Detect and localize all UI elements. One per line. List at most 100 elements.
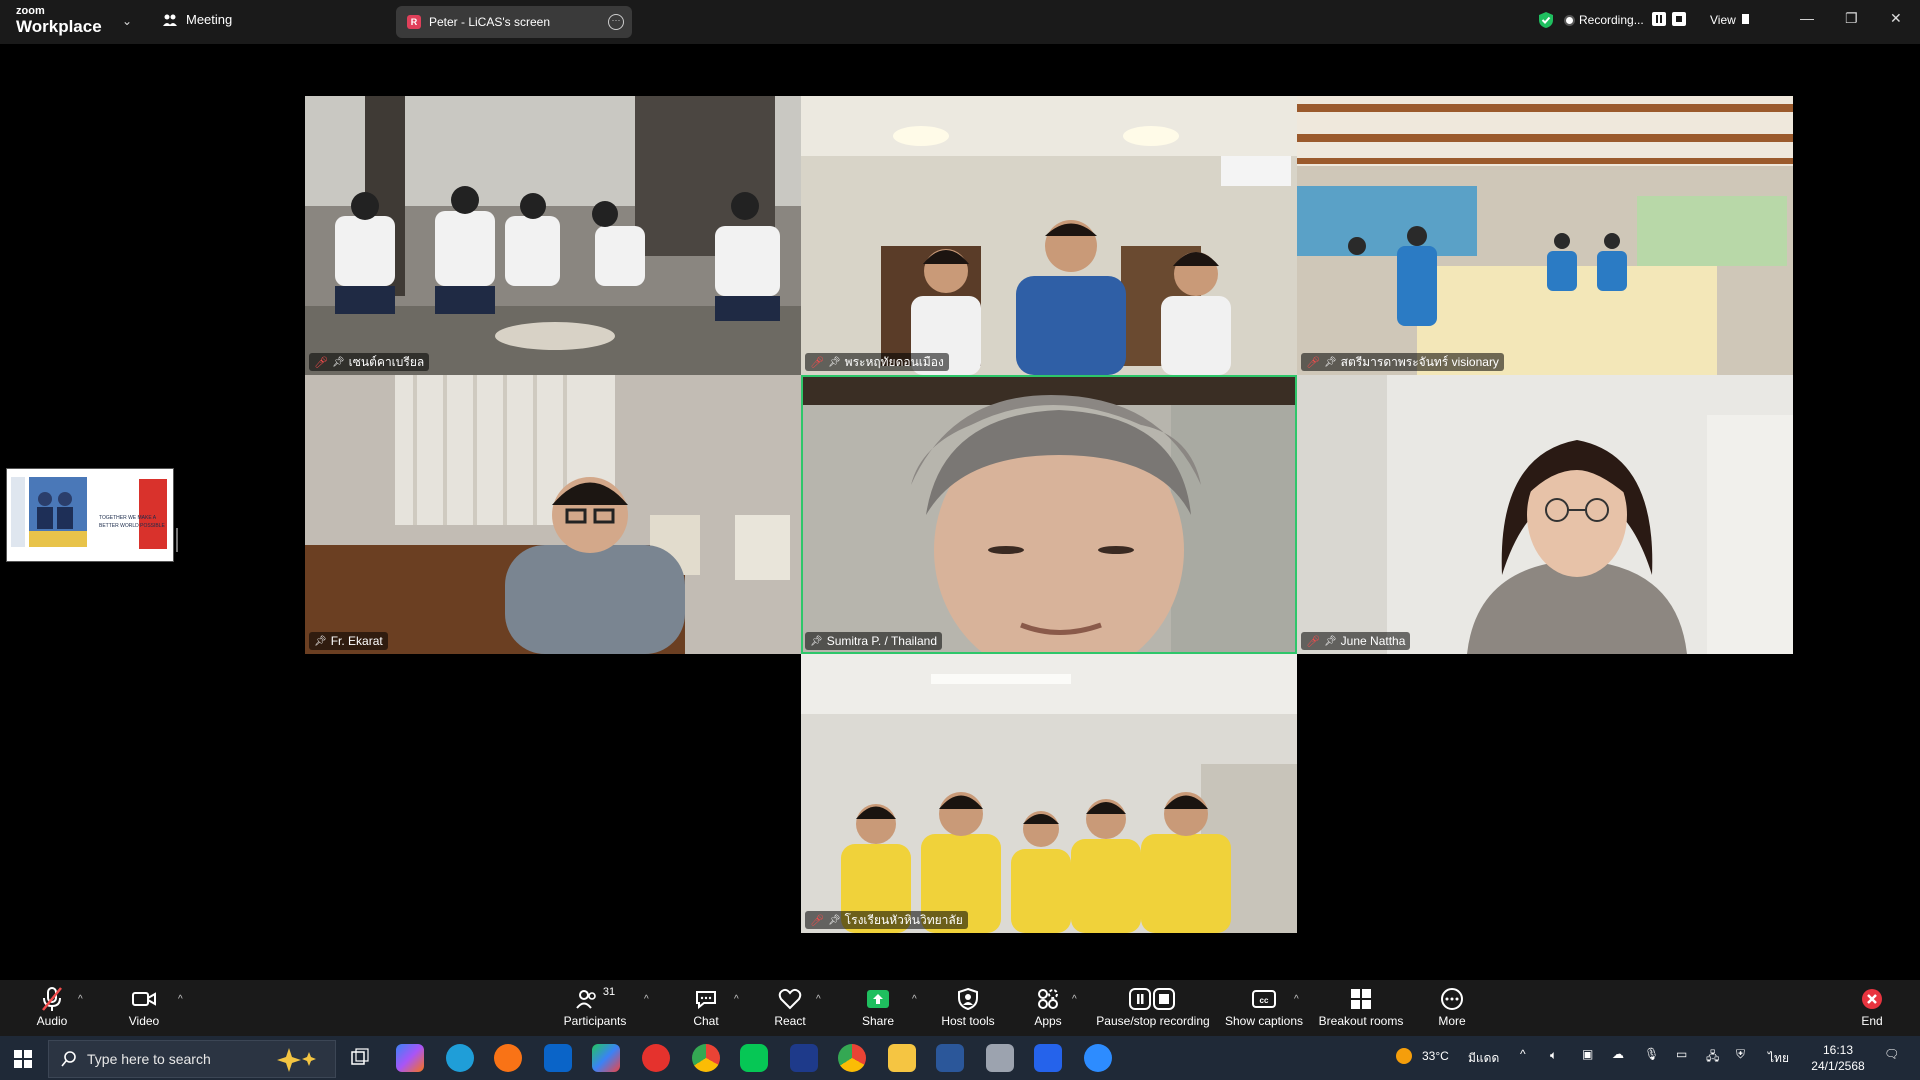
share-button[interactable]: Share: [856, 986, 900, 1028]
show-hidden-icons-chevron-icon[interactable]: ^: [1520, 1047, 1526, 1061]
close-icon[interactable]: ✕: [1890, 10, 1902, 27]
copilot-app-icon[interactable]: [396, 1044, 424, 1072]
video-camera-icon: [132, 992, 156, 1006]
participant-name-tag: 🎤︎ 📌︎ โรงเรียนหัวหินวิทยาลัย: [805, 911, 968, 929]
more-button[interactable]: More: [1430, 986, 1474, 1028]
shared-screen-thumbnail[interactable]: TOGETHER WE MAKE A BETTER WORLD POSSIBLE: [6, 468, 174, 562]
participant-name-tag: 📌︎ Fr. Ekarat: [309, 632, 388, 650]
word-app-icon[interactable]: [936, 1044, 964, 1072]
microphone-icon[interactable]: 🎙︎: [1644, 1047, 1659, 1061]
meeting-toolbar: Audio ^ Video ^ 31 Participants ^ Chat ^…: [0, 980, 1920, 1036]
participant-name: June Nattha: [1340, 634, 1406, 648]
video-tile[interactable]: 🎤︎ 📌︎ June Nattha: [1297, 375, 1793, 654]
participants-options-chevron-icon[interactable]: ^: [644, 994, 649, 1005]
pin-icon: 📌︎: [827, 356, 841, 368]
taskbar-search-box[interactable]: Type here to search: [48, 1040, 336, 1078]
pause-stop-icon: [1129, 988, 1175, 1010]
battery-icon[interactable]: ▭: [1676, 1047, 1687, 1061]
line-app-icon[interactable]: [740, 1044, 768, 1072]
windows-start-icon[interactable]: [14, 1050, 32, 1068]
participant-name-tag: 🎤︎ 📌︎ พระหฤทัยดอนเมือง: [805, 353, 949, 371]
muted-mic-icon: 🎤︎: [810, 356, 824, 369]
share-options-chevron-icon[interactable]: ^: [912, 994, 917, 1005]
video-button[interactable]: Video: [120, 986, 168, 1028]
meet-now-icon[interactable]: ▣: [1582, 1047, 1593, 1061]
webex-app-icon[interactable]: [790, 1044, 818, 1072]
thumbnail-resize-handle[interactable]: [176, 528, 178, 552]
screen-share-indicator[interactable]: R Peter - LiCAS's screen ···: [396, 6, 632, 38]
participant-name: Fr. Ekarat: [330, 634, 383, 648]
chat-button[interactable]: Chat: [684, 986, 728, 1028]
chrome-profile-app-icon[interactable]: [838, 1044, 866, 1072]
chevron-down-icon[interactable]: ⌄: [122, 14, 132, 28]
video-tile-active-speaker[interactable]: 📌︎ Sumitra P. / Thailand: [801, 375, 1297, 654]
view-button[interactable]: View: [1710, 13, 1736, 27]
video-tile[interactable]: 🎤︎ 📌︎ สตรีมารดาพระจันทร์ visionary: [1297, 96, 1793, 375]
weather-condition[interactable]: มีแดด: [1468, 1049, 1499, 1068]
muted-mic-icon: 🎤︎: [1306, 635, 1320, 648]
outlook-app-icon[interactable]: [544, 1044, 572, 1072]
breakout-rooms-label: Breakout rooms: [1318, 1014, 1404, 1028]
file-explorer-app-icon[interactable]: [888, 1044, 916, 1072]
security-shield-icon[interactable]: [1538, 11, 1554, 29]
onedrive-cloud-icon[interactable]: ☁: [1612, 1047, 1624, 1061]
muted-mic-icon: [42, 987, 62, 1011]
pin-icon: 📌︎: [331, 356, 345, 368]
apps-options-chevron-icon[interactable]: ^: [1072, 994, 1077, 1005]
video-feed: [1297, 375, 1793, 654]
react-button[interactable]: React: [768, 986, 812, 1028]
captions-options-chevron-icon[interactable]: ^: [1294, 994, 1299, 1005]
more-options-icon[interactable]: ···: [608, 14, 624, 30]
apps-button[interactable]: Apps: [1026, 986, 1070, 1028]
heart-icon: [778, 988, 802, 1010]
network-icon[interactable]: 🖧︎: [1706, 1047, 1719, 1068]
audio-options-chevron-icon[interactable]: ^: [78, 994, 83, 1005]
weather-temperature[interactable]: 33°C: [1422, 1049, 1449, 1063]
pin-icon: 📌︎: [1323, 635, 1337, 647]
audio-button[interactable]: Audio: [28, 986, 76, 1028]
host-tools-button[interactable]: Host tools: [936, 986, 1000, 1028]
notification-center-icon[interactable]: 🗨︎: [1884, 1047, 1899, 1061]
show-captions-button[interactable]: cc Show captions: [1224, 986, 1304, 1028]
edge-app-icon[interactable]: [446, 1044, 474, 1072]
security-icon[interactable]: ⛨: [1736, 1047, 1745, 1062]
title-bar: zoom Workplace ⌄ Meeting R Peter - LiCAS…: [0, 0, 1920, 44]
pause-stop-recording-button[interactable]: Pause/stop recording: [1094, 986, 1212, 1028]
meeting-menu[interactable]: Meeting: [162, 12, 232, 27]
speaker-icon[interactable]: 🔈︎: [1550, 1048, 1557, 1063]
breakout-rooms-button[interactable]: Breakout rooms: [1316, 986, 1406, 1028]
restore-icon[interactable]: ❐: [1845, 10, 1858, 27]
taskbar-clock[interactable]: 16:13 24/1/2568: [1802, 1042, 1874, 1074]
video-tile[interactable]: 🎤︎ 📌︎ พระหฤทัยดอนเมือง: [801, 96, 1297, 375]
minimize-icon[interactable]: —: [1800, 10, 1814, 26]
windows-taskbar: Type here to search 33°C มีแดด ^ 🔈︎ ▣ ☁ …: [0, 1036, 1920, 1080]
react-options-chevron-icon[interactable]: ^: [816, 994, 821, 1005]
zoom-logo[interactable]: zoom Workplace: [16, 6, 102, 36]
end-meeting-button[interactable]: End: [1852, 986, 1892, 1028]
video-feed: [801, 654, 1297, 933]
firefox-app-icon[interactable]: [494, 1044, 522, 1072]
closed-captions-icon: cc: [1252, 990, 1276, 1008]
weather-sun-icon[interactable]: [1394, 1046, 1414, 1069]
participants-button[interactable]: 31 Participants: [560, 986, 630, 1028]
zoom-app-icon[interactable]: [1080, 1038, 1116, 1078]
notepad-app-icon[interactable]: [986, 1044, 1014, 1072]
acrobat-app-icon[interactable]: [642, 1044, 670, 1072]
video-tile[interactable]: 📌︎ Fr. Ekarat: [305, 375, 801, 654]
chat-options-chevron-icon[interactable]: ^: [734, 994, 739, 1005]
stop-recording-button[interactable]: [1672, 12, 1686, 26]
video-tile[interactable]: 🎤︎ 📌︎ เซนต์คาเบรียล: [305, 96, 801, 375]
muted-mic-icon: 🎤︎: [1306, 356, 1320, 369]
video-tile[interactable]: 🎤︎ 📌︎ โรงเรียนหัวหินวิทยาลัย: [801, 654, 1297, 933]
task-view-icon[interactable]: [350, 1048, 370, 1068]
chrome-app-icon[interactable]: [692, 1044, 720, 1072]
participant-name: สตรีมารดาพระจันทร์ visionary: [1340, 354, 1499, 369]
photos-app-icon[interactable]: [1034, 1044, 1062, 1072]
pause-recording-button[interactable]: [1652, 12, 1666, 26]
participant-name-tag: 🎤︎ 📌︎ June Nattha: [1301, 632, 1411, 650]
microsoft365-app-icon[interactable]: [592, 1044, 620, 1072]
input-language-indicator[interactable]: ไทย: [1768, 1049, 1789, 1068]
shield-icon: [958, 987, 978, 1011]
video-options-chevron-icon[interactable]: ^: [178, 994, 183, 1005]
sparkle-icon: [277, 1048, 316, 1072]
